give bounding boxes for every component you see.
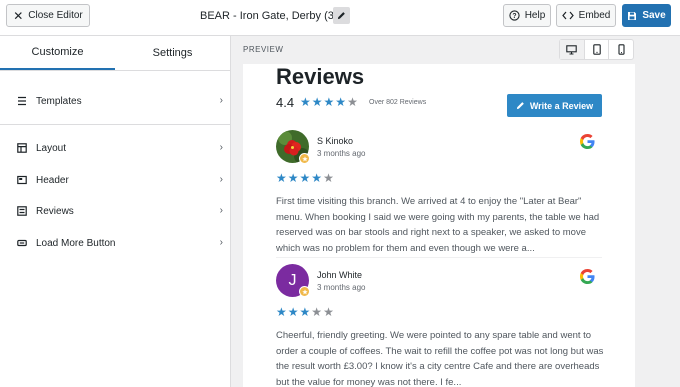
star-icon: ★ bbox=[276, 305, 287, 319]
star-icon: ★ bbox=[300, 95, 311, 109]
sidebar: Customize Settings Templates › Layout › … bbox=[0, 36, 231, 387]
badge-icon bbox=[299, 286, 310, 297]
reviewer-name: S Kinoko bbox=[317, 136, 354, 146]
desktop-icon bbox=[566, 44, 578, 55]
star-icon: ★ bbox=[311, 95, 323, 109]
sidebar-item-header[interactable]: Header › bbox=[0, 168, 231, 192]
device-switcher bbox=[559, 39, 634, 60]
review-date: 3 months ago bbox=[317, 283, 366, 292]
sidebar-item-templates[interactable]: Templates › bbox=[0, 89, 231, 113]
tab-customize[interactable]: Customize bbox=[0, 36, 115, 70]
review-divider bbox=[276, 257, 602, 258]
star-icon: ★ bbox=[299, 171, 311, 185]
tablet-icon bbox=[592, 44, 601, 55]
edit-title-button[interactable] bbox=[333, 7, 350, 24]
star-icon: ★ bbox=[323, 95, 335, 109]
code-icon bbox=[561, 11, 574, 20]
sidebar-item-label: Layout bbox=[36, 142, 67, 154]
review-count: Over 802 Reviews bbox=[369, 99, 427, 106]
embed-button[interactable]: Embed bbox=[556, 4, 616, 27]
editor-topbar: ✕ Close Editor BEAR - Iron Gate, Derby (… bbox=[0, 0, 680, 36]
tab-settings[interactable]: Settings bbox=[115, 36, 230, 70]
star-icon: ★ bbox=[287, 305, 299, 319]
sidebar-item-label: Load More Button bbox=[36, 237, 116, 249]
reviews-heading: Reviews bbox=[276, 64, 365, 89]
chevron-right-icon: › bbox=[219, 95, 223, 106]
close-editor-button[interactable]: ✕ Close Editor bbox=[6, 4, 90, 27]
chevron-right-icon: › bbox=[219, 205, 223, 216]
pencil-icon bbox=[337, 12, 345, 20]
sidebar-item-label: Templates bbox=[36, 95, 82, 107]
star-icon: ★ bbox=[287, 171, 299, 185]
review-date: 3 months ago bbox=[317, 149, 366, 158]
pencil-icon bbox=[516, 102, 524, 110]
save-label: Save bbox=[642, 10, 666, 21]
mobile-icon bbox=[618, 44, 625, 55]
reviewer-name: John White bbox=[317, 270, 363, 280]
google-icon bbox=[580, 134, 595, 153]
chevron-right-icon: › bbox=[219, 237, 223, 248]
help-button[interactable]: ? Help bbox=[503, 4, 551, 27]
google-icon bbox=[580, 269, 595, 288]
avatar-letter: J bbox=[288, 271, 297, 289]
sidebar-tabs: Customize Settings bbox=[0, 36, 230, 71]
help-label: Help bbox=[524, 10, 546, 21]
star-icon: ★ bbox=[311, 171, 323, 185]
average-rating: 4.4 bbox=[276, 95, 295, 110]
review-stars: ★ ★ ★ ★ ★ bbox=[276, 172, 335, 184]
reviews-icon bbox=[17, 206, 27, 216]
close-editor-label: Close Editor bbox=[28, 10, 83, 21]
star-icon: ★ bbox=[335, 95, 347, 109]
sidebar-item-layout[interactable]: Layout › bbox=[0, 136, 231, 160]
review-text: First time visiting this branch. We arri… bbox=[276, 196, 600, 254]
write-review-button[interactable]: Write a Review bbox=[507, 94, 602, 117]
chevron-right-icon: › bbox=[219, 174, 223, 185]
preview-label: PREVIEW bbox=[243, 45, 284, 54]
star-icon: ★ bbox=[347, 95, 358, 109]
chevron-right-icon: › bbox=[219, 142, 223, 153]
close-icon: ✕ bbox=[13, 8, 24, 23]
review-stars: ★ ★ ★ ★ ★ bbox=[276, 306, 335, 318]
star-icon: ★ bbox=[323, 171, 334, 185]
badge-icon bbox=[299, 153, 310, 164]
embed-label: Embed bbox=[578, 10, 611, 21]
sidebar-item-label: Reviews bbox=[36, 205, 74, 217]
star-icon: ★ bbox=[323, 305, 334, 319]
sidebar-item-label: Header bbox=[36, 174, 69, 186]
help-icon: ? bbox=[509, 10, 520, 21]
save-button[interactable]: Save bbox=[622, 4, 671, 27]
desktop-view-button[interactable] bbox=[560, 40, 585, 59]
star-icon: ★ bbox=[299, 305, 311, 319]
tablet-view-button[interactable] bbox=[585, 40, 610, 59]
average-rating-stars: ★ ★ ★ ★ ★ bbox=[300, 96, 359, 108]
star-icon: ★ bbox=[311, 305, 323, 319]
layout-icon bbox=[17, 143, 27, 153]
preview-frame: Reviews 4.4 ★ ★ ★ ★ ★ Over 802 Reviews W… bbox=[243, 64, 635, 387]
svg-text:?: ? bbox=[512, 13, 516, 20]
sidebar-item-load-more[interactable]: Load More Button › bbox=[0, 231, 231, 255]
review-text: Cheerful, friendly greeting. We were poi… bbox=[276, 330, 604, 387]
load-more-icon bbox=[17, 238, 27, 248]
sidebar-divider bbox=[0, 124, 231, 125]
write-review-label: Write a Review bbox=[529, 100, 594, 111]
header-icon bbox=[17, 175, 27, 185]
templates-icon bbox=[17, 96, 27, 106]
feed-title: BEAR - Iron Gate, Derby (3) bbox=[200, 10, 338, 22]
mobile-view-button[interactable] bbox=[609, 40, 633, 59]
star-icon: ★ bbox=[276, 171, 287, 185]
save-icon bbox=[628, 11, 637, 20]
sidebar-item-reviews[interactable]: Reviews › bbox=[0, 199, 231, 223]
